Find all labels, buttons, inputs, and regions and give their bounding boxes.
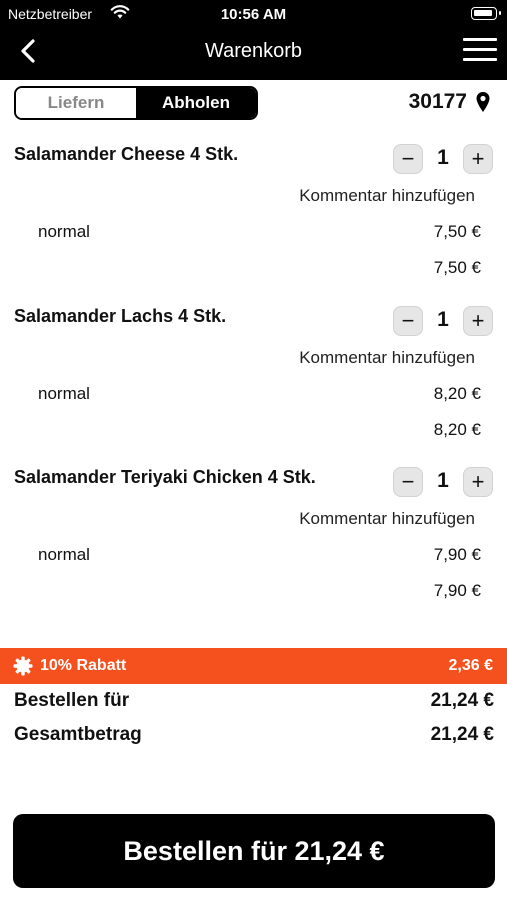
cart-item: Salamander Cheese 4 Stk. − 1 + Kommentar… (0, 144, 507, 304)
variant-price: 7,50 € (433, 222, 481, 241)
item-quantity: 1 (437, 308, 449, 331)
decrease-button[interactable]: − (393, 306, 423, 336)
quantity-stepper: − 1 + (393, 306, 493, 336)
hamburger-menu-icon[interactable] (463, 38, 497, 64)
add-comment-link[interactable]: Kommentar hinzufügen (299, 348, 475, 368)
status-time: 10:56 AM (220, 6, 287, 23)
decrease-button[interactable]: − (393, 467, 423, 497)
item-subtotal: 7,50 € (433, 258, 481, 277)
tab-liefern[interactable]: Liefern (16, 88, 136, 118)
total-label: Gesamtbetrag (14, 724, 142, 745)
variant-price: 7,90 € (433, 545, 481, 564)
add-comment-link[interactable]: Kommentar hinzufügen (299, 509, 475, 529)
item-name: Salamander Teriyaki Chicken 4 Stk. (14, 467, 316, 487)
tab-abholen[interactable]: Abholen (136, 88, 256, 118)
item-variant: normal (38, 545, 90, 564)
item-variant: normal (38, 222, 90, 241)
item-name: Salamander Cheese 4 Stk. (14, 144, 239, 164)
increase-button[interactable]: + (463, 467, 493, 497)
quantity-stepper: − 1 + (393, 144, 493, 174)
zip-code: 30177 (408, 90, 467, 113)
item-quantity: 1 (437, 146, 449, 169)
status-bar: Netzbetreiber 10:56 AM (0, 0, 507, 28)
discount-banner: 10% Rabatt 2,36 € (0, 648, 507, 684)
item-quantity: 1 (437, 469, 449, 492)
increase-button[interactable]: + (463, 306, 493, 336)
discount-amount: 2,36 € (448, 657, 493, 674)
quantity-stepper: − 1 + (393, 467, 493, 497)
item-subtotal: 7,90 € (433, 581, 481, 600)
variant-price: 8,20 € (433, 384, 481, 403)
increase-button[interactable]: + (463, 144, 493, 174)
delivery-mode-toggle: Liefern Abholen (14, 86, 258, 120)
decrease-button[interactable]: − (393, 144, 423, 174)
discount-badge-icon (13, 656, 33, 676)
cart-item: Salamander Teriyaki Chicken 4 Stk. − 1 +… (0, 467, 507, 627)
app-header: Netzbetreiber 10:56 AM Warenkorb (0, 0, 507, 80)
item-name: Salamander Lachs 4 Stk. (14, 306, 227, 326)
discount-label: 10% Rabatt (40, 657, 127, 674)
item-variant: normal (38, 384, 90, 403)
order-for-label: Bestellen für (14, 690, 130, 711)
battery-icon (471, 7, 501, 20)
order-for-value: 21,24 € (430, 690, 494, 711)
navigation-bar: Warenkorb (0, 30, 507, 74)
total-value: 21,24 € (430, 724, 494, 745)
add-comment-link[interactable]: Kommentar hinzufügen (299, 186, 475, 206)
item-subtotal: 8,20 € (433, 420, 481, 439)
page-title: Warenkorb (204, 40, 303, 62)
place-order-button[interactable]: Bestellen für 21,24 € (13, 814, 495, 888)
map-pin-icon (476, 92, 490, 112)
location-selector[interactable]: 30177 (409, 90, 491, 114)
cart-item: Salamander Lachs 4 Stk. − 1 + Kommentar … (0, 306, 507, 466)
